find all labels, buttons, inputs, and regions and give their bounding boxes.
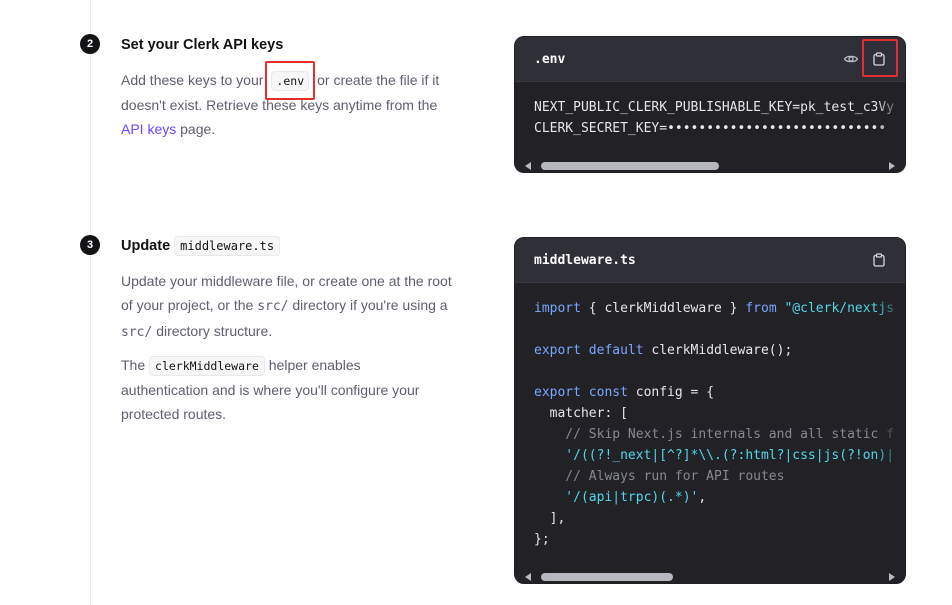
- src-inline-code: src/: [121, 325, 153, 340]
- step-number-badge: 2: [80, 34, 100, 54]
- code-filename: .env: [534, 51, 566, 67]
- code-filename: middleware.ts: [534, 252, 636, 268]
- scroll-right-arrow-icon[interactable]: [889, 573, 895, 581]
- code-line: // Skip Next.js internals and all static…: [534, 427, 895, 442]
- code-panel-header: .env: [515, 37, 905, 81]
- description-text: or create the file if it: [317, 72, 440, 88]
- copy-button-highlight: [862, 39, 898, 77]
- description-text: of your project, or the: [121, 297, 258, 313]
- description-line: Update your middleware file, or create o…: [121, 273, 452, 289]
- step-title: Update middleware.ts: [121, 236, 281, 256]
- description-line: protected routes.: [121, 406, 227, 422]
- code-line: export default clerkMiddleware();: [534, 343, 793, 358]
- scroll-left-arrow-icon[interactable]: [525, 162, 531, 170]
- clerk-middleware-inline-code: clerkMiddleware: [149, 356, 265, 376]
- step-title-text: Set your Clerk API keys: [121, 37, 284, 53]
- scroll-left-arrow-icon[interactable]: [525, 573, 531, 581]
- description-text: helper enables: [264, 357, 361, 373]
- description-text: directory structure.: [152, 323, 273, 339]
- clipboard-icon[interactable]: [869, 250, 889, 270]
- description-line: doesn't exist. Retrieve these keys anyti…: [121, 97, 438, 113]
- description-text: Add these keys to your: [121, 72, 264, 88]
- code-line: CLERK_SECRET_KEY=•••••••••••••••••••••••…: [534, 121, 887, 136]
- scrollbar-thumb[interactable]: [541, 573, 673, 581]
- code-line: matcher: [: [534, 406, 628, 421]
- src-inline-code: src/: [257, 299, 289, 314]
- description-text: directory if you're using a: [288, 297, 448, 313]
- scrollbar-thumb[interactable]: [541, 162, 719, 170]
- code-line: ],: [534, 511, 566, 526]
- step-title: Set your Clerk API keys: [121, 37, 283, 53]
- step-title-text: Update: [121, 238, 171, 254]
- code-line: '/(api|trpc)(.*)',: [534, 490, 707, 505]
- code-panel-header: middleware.ts: [515, 238, 905, 282]
- code-line: import { clerkMiddleware } from "@clerk/…: [534, 301, 895, 316]
- env-inline-code: .env: [271, 70, 310, 91]
- step-rail-line: [90, 0, 91, 605]
- description-text: page.: [176, 121, 216, 137]
- code-body: import { clerkMiddleware } from "@clerk/…: [515, 282, 905, 583]
- code-line: // Always run for API routes: [534, 469, 785, 484]
- horizontal-scrollbar[interactable]: [515, 570, 905, 583]
- step-description: Add these keys to your .env or create th…: [121, 60, 476, 141]
- code-body: NEXT_PUBLIC_CLERK_PUBLISHABLE_KEY=pk_tes…: [515, 81, 905, 172]
- description-text: The: [121, 357, 150, 373]
- code-line: };: [534, 532, 550, 547]
- api-keys-link[interactable]: API keys: [121, 121, 176, 137]
- code-content: NEXT_PUBLIC_CLERK_PUBLISHABLE_KEY=pk_tes…: [515, 82, 905, 139]
- horizontal-scrollbar[interactable]: [515, 159, 905, 172]
- description-line: authentication and is where you'll confi…: [121, 382, 420, 398]
- middleware-code-panel: middleware.ts import { clerkMiddleware }…: [514, 237, 906, 584]
- masked-secret: ••••••••••••••••••••••••••••: [667, 121, 887, 136]
- code-line: NEXT_PUBLIC_CLERK_PUBLISHABLE_KEY=pk_tes…: [534, 100, 895, 115]
- scroll-right-arrow-icon[interactable]: [889, 162, 895, 170]
- step-number-badge: 3: [80, 235, 100, 255]
- code-fade: [875, 283, 905, 583]
- code-content: import { clerkMiddleware } from "@clerk/…: [515, 283, 905, 550]
- code-line: export const config = {: [534, 385, 715, 400]
- code-line: '/((?!_next|[^?]*\\.(?:html?|css|js(?!on…: [534, 448, 895, 463]
- env-code-panel: .env NEXT_PUBLIC_CLERK_PUBLISHABLE_KEY=p…: [514, 36, 906, 173]
- eye-icon[interactable]: [841, 49, 861, 69]
- step-description: The clerkMiddleware helper enables authe…: [121, 353, 476, 426]
- middleware-title-code: middleware.ts: [174, 236, 281, 256]
- step-description: Update your middleware file, or create o…: [121, 269, 476, 345]
